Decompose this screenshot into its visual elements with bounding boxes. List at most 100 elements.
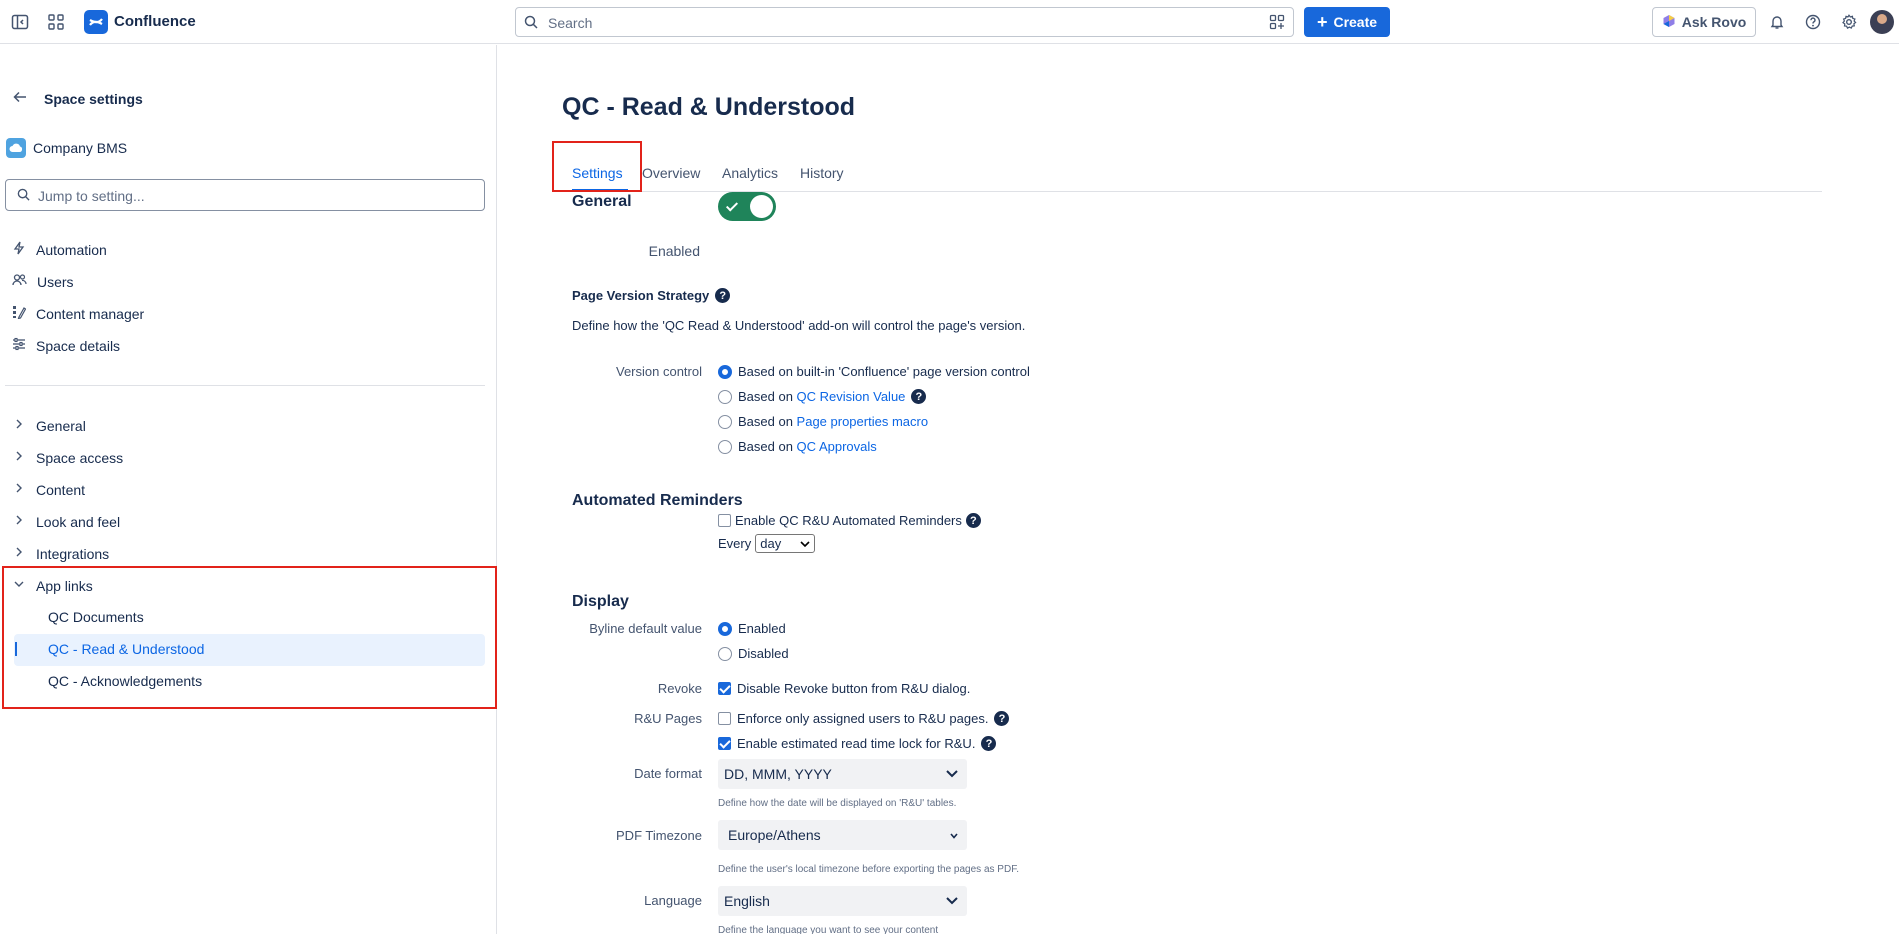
date-format-select[interactable]: DD, MMM, YYYY (718, 759, 967, 789)
chevron-right-icon (12, 513, 26, 530)
back-to-space-button[interactable]: Space settings (12, 89, 143, 108)
sidebar-toggle-icon[interactable] (9, 11, 31, 33)
chevron-right-icon (12, 545, 26, 562)
language-label: Language (644, 893, 702, 908)
ru-readtime-checkbox[interactable] (718, 737, 731, 750)
user-avatar[interactable] (1870, 10, 1894, 34)
content-manager-icon (12, 305, 27, 322)
rovo-icon (1662, 14, 1676, 31)
language-select[interactable]: English (718, 886, 967, 916)
version-option-revision-value[interactable]: Based on QC Revision Value ? (718, 389, 927, 404)
tab-analytics[interactable]: Analytics (722, 165, 778, 181)
chevron-down-icon (945, 767, 959, 783)
search-input[interactable]: Search (515, 7, 1294, 37)
sidebar-section-label: Integrations (36, 545, 110, 562)
page-properties-macro-link[interactable]: Page properties macro (797, 414, 929, 429)
reminders-checkbox[interactable] (718, 514, 731, 527)
pdf-timezone-value: Europe/Athens (728, 827, 821, 843)
ru-enforce-row[interactable]: Enforce only assigned users to R&U pages… (718, 711, 1010, 726)
revoke-label: Revoke (657, 681, 702, 696)
chevron-down-icon (800, 540, 810, 547)
radio-button[interactable] (718, 646, 732, 661)
highlight-box-app-links (2, 566, 497, 709)
frequency-select[interactable]: day (755, 534, 816, 553)
version-option-confluence[interactable]: Based on built-in 'Confluence' page vers… (718, 364, 1030, 379)
version-option-page-properties[interactable]: Based on Page properties macro (718, 414, 928, 429)
ru-enforce-checkbox[interactable] (718, 712, 731, 725)
option-prefix: Based on (738, 414, 797, 429)
tab-overview[interactable]: Overview (642, 165, 700, 181)
tab-bar: Settings Overview Analytics History (562, 158, 1822, 192)
sidebar-divider (5, 385, 485, 386)
help-question-icon[interactable]: ? (911, 389, 927, 404)
settings-gear-icon[interactable] (1838, 11, 1860, 33)
reminders-checkbox-label: Enable QC R&U Automated Reminders (735, 513, 962, 528)
ru-enforce-label: Enforce only assigned users to R&U pages… (737, 711, 989, 726)
revoke-checkbox[interactable] (718, 682, 731, 695)
enabled-toggle[interactable] (718, 192, 776, 221)
radio-button[interactable] (718, 364, 732, 379)
date-format-hint: Define how the date will be displayed on… (718, 798, 957, 809)
notifications-bell-icon[interactable] (1766, 11, 1788, 33)
app-name[interactable]: Confluence (114, 13, 196, 30)
help-question-icon[interactable]: ? (715, 288, 731, 303)
pdf-timezone-select[interactable]: Europe/Athens (718, 820, 967, 850)
sidebar-item-content-manager[interactable]: Content manager (12, 305, 144, 322)
sidebar-section-space-access[interactable]: Space access (12, 449, 123, 466)
reminders-checkbox-row[interactable]: Enable QC R&U Automated Reminders ? (718, 513, 981, 528)
sidebar-section-look-and-feel[interactable]: Look and feel (12, 513, 120, 530)
radio-button[interactable] (718, 439, 732, 454)
sidebar-item-label: Space details (36, 337, 121, 354)
sidebar-section-label: General (36, 417, 86, 434)
chevron-down-icon (945, 894, 959, 910)
sidebar-section-general[interactable]: General (12, 417, 86, 434)
revoke-checkbox-row[interactable]: Disable Revoke button from R&U dialog. (718, 681, 970, 696)
jump-to-setting-input[interactable]: Jump to setting... (5, 179, 485, 211)
ask-rovo-label: Ask Rovo (1681, 14, 1747, 30)
ru-readtime-row[interactable]: Enable estimated read time lock for R&U.… (718, 736, 997, 751)
space-link[interactable]: Company BMS (6, 138, 127, 158)
sidebar-item-space-details[interactable]: Space details (12, 337, 120, 354)
radio-button[interactable] (718, 621, 732, 636)
qc-revision-value-link[interactable]: QC Revision Value (797, 389, 906, 404)
help-question-icon[interactable]: ? (965, 513, 981, 528)
main-content: QC - Read & Understood Settings Overview… (498, 45, 1899, 934)
every-label: Every (718, 536, 752, 551)
language-value: English (724, 893, 770, 909)
ru-pages-label: R&U Pages (634, 711, 702, 726)
ask-rovo-button[interactable]: Ask Rovo (1652, 7, 1756, 37)
chevron-down-icon (949, 828, 959, 844)
create-button[interactable]: + Create (1304, 7, 1390, 37)
sidebar-section-integrations[interactable]: Integrations (12, 545, 109, 562)
radio-button[interactable] (718, 389, 732, 404)
help-question-icon[interactable]: ? (981, 736, 997, 751)
confluence-logo-icon[interactable] (84, 10, 108, 34)
search-filter-icon[interactable] (1269, 14, 1285, 33)
version-option-qc-approvals[interactable]: Based on QC Approvals (718, 439, 877, 454)
sidebar-section-content[interactable]: Content (12, 481, 85, 498)
help-question-icon[interactable]: ? (994, 711, 1010, 726)
revoke-checkbox-label: Disable Revoke button from R&U dialog. (737, 681, 971, 696)
jump-placeholder: Jump to setting... (38, 188, 145, 204)
chevron-right-icon (12, 417, 26, 434)
sidebar-item-users[interactable]: Users (12, 273, 74, 290)
search-placeholder: Search (548, 15, 593, 31)
sidebar-item-automation[interactable]: Automation (12, 241, 107, 258)
tab-history[interactable]: History (800, 165, 844, 181)
pdf-timezone-label: PDF Timezone (616, 828, 702, 843)
reminders-frequency-row: Every day (718, 534, 816, 553)
search-icon (17, 188, 30, 204)
radio-button[interactable] (718, 414, 732, 429)
section-heading-display: Display (572, 593, 629, 610)
version-strategy-description: Define how the 'QC Read & Understood' ad… (572, 318, 1026, 333)
version-strategy-heading-text: Page Version Strategy (572, 288, 710, 303)
sidebar-section-label: Space access (36, 449, 124, 466)
byline-option-disabled[interactable]: Disabled (718, 646, 789, 661)
create-button-label: Create (1333, 14, 1378, 30)
byline-option-enabled[interactable]: Enabled (718, 621, 786, 636)
app-switcher-icon[interactable] (45, 11, 67, 33)
option-prefix: Based on (738, 439, 797, 454)
help-icon[interactable] (1802, 11, 1824, 33)
qc-approvals-link[interactable]: QC Approvals (797, 439, 877, 454)
option-label: Enabled (738, 621, 786, 636)
